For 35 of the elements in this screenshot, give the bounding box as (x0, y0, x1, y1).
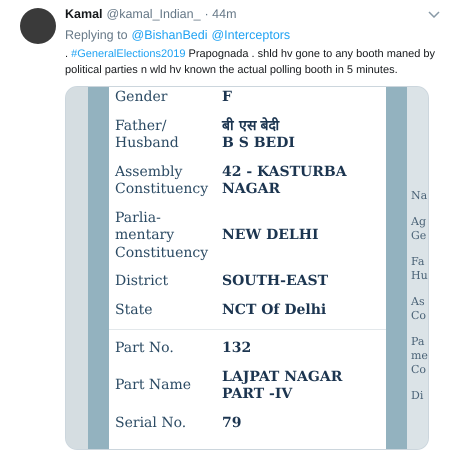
field-value: SOUTH-EAST (222, 273, 328, 290)
field-label: Assembly Constituency (115, 164, 210, 198)
tweet-text: . #GeneralElections2019 Prapognada . shld hv gone to any booth maned by political parties n wld hv known the actual polling booth in 5 minutes. (65, 47, 436, 78)
hashtag-link[interactable]: #GeneralElections2019 (71, 48, 186, 60)
field-label: Fa Hu (411, 255, 428, 283)
author-name[interactable]: Kamal (65, 7, 103, 21)
field-value: NCT Of Delhi (222, 302, 326, 319)
chevron-down-icon[interactable] (428, 10, 440, 18)
field-label: Ag Ge (411, 215, 428, 243)
mention-link[interactable]: @Interceptors (211, 28, 290, 42)
field-label: Na (411, 189, 428, 203)
field-label: Part No. (115, 340, 175, 358)
author-handle: @kamal_Indian_ (106, 7, 201, 21)
field-label: Father/ Husband (115, 118, 180, 152)
field-label: District (115, 273, 170, 290)
field-label: Pa me Co (411, 335, 428, 377)
replying-to-label: Replying to (65, 28, 128, 42)
field-label: Di (411, 389, 424, 403)
field-value: बी एस बेदी B S BEDI (222, 118, 295, 152)
field-label: As Co (411, 295, 428, 323)
field-value: NEW DELHI (222, 227, 318, 244)
field-label: Gender (115, 89, 168, 106)
field-value: 42 - KASTURBA NAGAR (222, 164, 347, 198)
field-value: F (222, 89, 232, 106)
mention-link[interactable]: @BishanBedi (132, 28, 208, 42)
field-label: State (115, 302, 154, 319)
field-label: Serial No. (115, 414, 188, 432)
field-value: 79 (222, 414, 242, 432)
attached-screenshot[interactable] (65, 86, 429, 450)
tweet-time[interactable]: · 44m (204, 7, 236, 21)
avatar[interactable] (20, 8, 56, 44)
field-value: 132 (222, 340, 252, 358)
field-value: LAJPAT NAGAR PART -IV (222, 368, 342, 404)
field-label: Parlia- mentary Constituency (115, 210, 210, 262)
field-label: Part Name (115, 377, 192, 395)
